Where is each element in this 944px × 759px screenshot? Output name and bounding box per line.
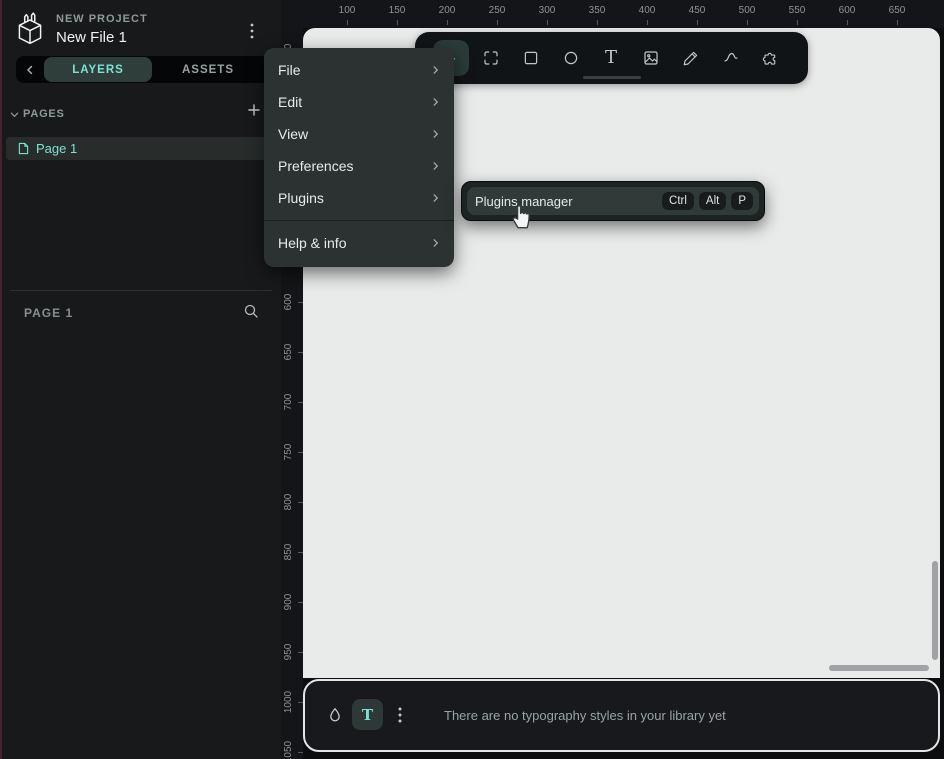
menu-item-label: Preferences: [278, 158, 353, 174]
hand-cursor-icon: [506, 198, 534, 230]
shortcut-key-p: P: [731, 192, 753, 210]
file-options-button[interactable]: [245, 20, 263, 42]
pen-tool-button[interactable]: [673, 40, 709, 76]
menu-item-file[interactable]: File: [264, 54, 454, 86]
menu-item-label: Edit: [278, 94, 302, 110]
menu-item-help-info[interactable]: Help & info: [264, 227, 454, 259]
menu-item-label: Plugins: [278, 190, 324, 206]
curve-icon: [722, 49, 740, 67]
text-tool-button[interactable]: T: [593, 40, 629, 76]
penpot-workspace: 100150200250300350400450500550600650 350…: [0, 0, 944, 759]
chevron-right-icon: [431, 193, 440, 203]
typography-bar: T There are no typography styles in your…: [303, 679, 940, 752]
text-icon: T: [605, 49, 617, 67]
tab-layers[interactable]: LAYERS: [44, 57, 152, 82]
page-name: Page 1: [36, 141, 77, 156]
image-icon: [642, 49, 660, 67]
page-item-page1[interactable]: Page 1: [6, 137, 281, 160]
search-layers-button[interactable]: [243, 303, 259, 319]
chevron-right-icon: [431, 161, 440, 171]
toolbar-drag-handle[interactable]: [583, 76, 641, 79]
plugins-tool-button[interactable]: [753, 40, 789, 76]
menu-item-edit[interactable]: Edit: [264, 86, 454, 118]
page-file-icon: [18, 142, 29, 155]
ellipse-icon: [562, 49, 580, 67]
layers-section-header: PAGE 1: [0, 303, 281, 325]
tab-assets[interactable]: ASSETS: [152, 57, 264, 82]
pages-title: PAGES: [23, 108, 65, 120]
puzzle-icon: [762, 49, 780, 67]
add-page-button[interactable]: [246, 102, 262, 118]
droplet-icon: [325, 704, 345, 726]
menu-divider: [264, 220, 454, 221]
ellipse-tool-button[interactable]: [553, 40, 589, 76]
main-menu: File Edit View Preferences Plugins Help …: [264, 48, 454, 267]
screen-edge-line: [0, 0, 2, 759]
chevron-right-icon: [431, 238, 440, 248]
frame-icon: [482, 49, 500, 67]
horizontal-scrollbar[interactable]: [829, 665, 929, 671]
frame-tool-button[interactable]: [473, 40, 509, 76]
menu-item-plugins[interactable]: Plugins: [264, 182, 454, 214]
vertical-scrollbar[interactable]: [932, 561, 938, 660]
horizontal-ruler: 100150200250300350400450500550600650: [281, 0, 944, 28]
shortcut-key-ctrl: Ctrl: [662, 192, 694, 210]
menu-item-view[interactable]: View: [264, 118, 454, 150]
menu-item-label: Help & info: [278, 235, 346, 251]
chevron-right-icon: [431, 65, 440, 75]
rectangle-icon: [522, 49, 540, 67]
submenu-item-label: Plugins manager: [475, 194, 657, 209]
pencil-icon: [682, 49, 700, 67]
penpot-logo-icon: [13, 11, 47, 47]
project-name: NEW PROJECT: [56, 13, 148, 25]
rectangle-tool-button[interactable]: [513, 40, 549, 76]
chevron-right-icon: [431, 129, 440, 139]
menu-item-label: View: [278, 126, 308, 142]
left-sidebar: NEW PROJECT New File 1 LAYERS ASSETS PAG…: [0, 0, 281, 759]
pages-header: PAGES: [10, 104, 270, 124]
typography-styles-button[interactable]: T: [352, 699, 383, 730]
collapse-sidebar-button[interactable]: [16, 56, 44, 83]
typography-menu-button[interactable]: [393, 705, 407, 725]
image-tool-button[interactable]: [633, 40, 669, 76]
shortcut-key-alt: Alt: [699, 192, 726, 210]
file-name: New File 1: [56, 29, 127, 46]
menu-item-label: File: [278, 62, 301, 78]
sidebar-tabbar: LAYERS ASSETS: [16, 56, 272, 83]
menu-item-preferences[interactable]: Preferences: [264, 150, 454, 182]
sidebar-divider: [10, 290, 272, 291]
chevron-down-icon[interactable]: [10, 110, 19, 119]
chevron-right-icon: [431, 97, 440, 107]
sidebar-header: NEW PROJECT New File 1: [0, 0, 281, 56]
path-tool-button[interactable]: [713, 40, 749, 76]
typography-empty-message: There are no typography styles in your l…: [444, 708, 726, 723]
layers-section-title: PAGE 1: [24, 306, 73, 320]
